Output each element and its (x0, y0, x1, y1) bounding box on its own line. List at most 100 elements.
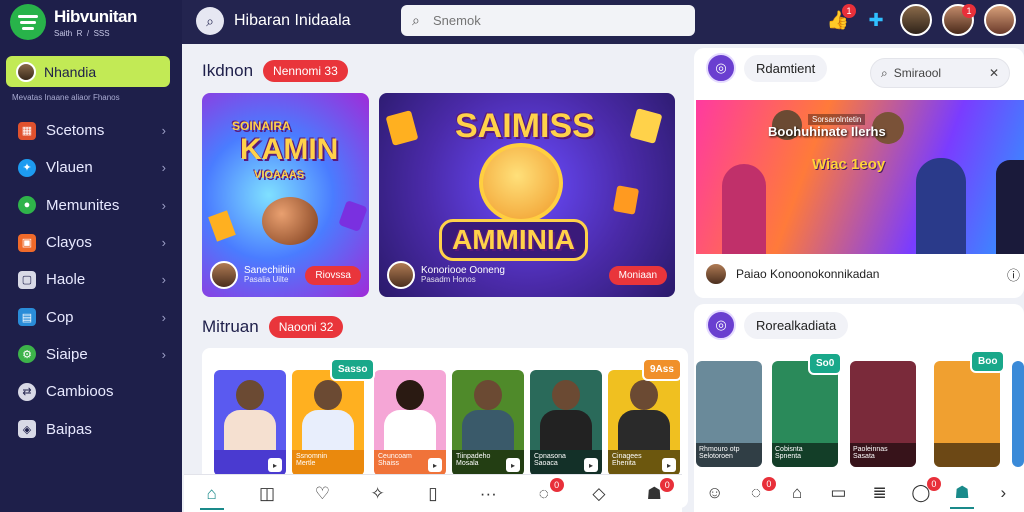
channel-name[interactable]: Rorealkadiata (744, 311, 849, 339)
sidebar-item-label: Cambioos (46, 383, 114, 401)
sidebar-item-clayos[interactable]: ▣ Clayos › (8, 224, 174, 261)
banner-subtitle: Wiac 1eoy (812, 156, 886, 173)
banner-title: Boohuhinate Ilerhs (768, 124, 886, 139)
sidebar-item-vlauen[interactable]: ✦ Vlauen › (8, 149, 174, 186)
panel-search[interactable]: ⌕ Smiraool ✕ (870, 58, 1010, 88)
right-bottom-nav: ☺ ◌ 0 ⌂ ▭ ≣ ◯ 0 ☗ › (694, 474, 1024, 512)
info-icon[interactable]: ⓘ (1007, 265, 1020, 284)
chevron-right-icon: › (161, 235, 166, 251)
thumbnail-plate (934, 443, 1000, 467)
avatar[interactable]: 1 (942, 4, 976, 36)
sidebar-active-label: Nhandia (44, 63, 97, 80)
sidebar-item-cambioos[interactable]: ⇄ Cambioos (8, 373, 174, 410)
chat-icon[interactable]: ◌ 0 (744, 477, 776, 503)
play-icon[interactable]: ▸ (268, 458, 282, 472)
game-subtitle: VIOAAAS (254, 169, 305, 181)
bottom-nav: ⌂ ◫ ♡ ✧ ▯ ··· ◌ 0 ◇ ☗ 0 (184, 474, 682, 512)
sidebar-item-label: Memunites (46, 196, 120, 214)
sidebar-item-label: Baipas (46, 420, 92, 438)
sparkle-icon[interactable]: ✧ (366, 484, 390, 504)
video-thumbnail[interactable] (1012, 361, 1024, 467)
logo-icon: ◎ (706, 53, 736, 83)
heart-icon[interactable]: ♡ (310, 484, 334, 504)
bird-icon: ✦ (18, 158, 36, 177)
sidebar-item-haole[interactable]: ▢ Haole › (8, 261, 174, 298)
face-icon[interactable]: ☺ (703, 483, 727, 503)
person-body (384, 410, 436, 450)
person-card[interactable]: Cpnasona Saoaca ▸ (530, 370, 602, 476)
pin-icon: ● (18, 196, 36, 215)
home-icon[interactable]: ⌂ (785, 483, 809, 503)
section-header: Ikdnon Nennomi 33 (202, 60, 348, 82)
profile-icon[interactable]: ☗ 0 (642, 477, 675, 504)
card-footer: Paiao Konoonokonnikadan ⓘ (704, 262, 1020, 286)
play-icon[interactable]: ▸ (584, 458, 598, 472)
person-head (474, 380, 502, 410)
video-thumbnail[interactable] (934, 361, 1000, 467)
featured-card[interactable]: ◎ Rdamtient ⌕ Smiraool ✕ Sorsarolntetin … (694, 48, 1024, 298)
chevron-right-icon: › (161, 272, 166, 288)
play-icon[interactable]: ▸ (662, 458, 676, 472)
card-subcaption: Pasalia Uilte (244, 275, 289, 285)
game-title: KAMIN (240, 133, 339, 166)
person-card[interactable]: Ssnomnin Mertle (292, 370, 364, 476)
sidebar-item-siaipe[interactable]: ⚙ Siaipe › (8, 336, 174, 373)
game-card[interactable]: SOINAIRA KAMIN VIOAAAS Sanechiitiin Pasa… (202, 93, 369, 297)
more-icon[interactable]: ··· (476, 484, 500, 504)
sidebar-item-scetoms[interactable]: ▦ Scetoms › (8, 112, 174, 149)
footer-text: Paiao Konoonokonnikadan (736, 267, 880, 281)
thumbs-up-icon[interactable]: 👍 1 (824, 4, 856, 34)
search-input[interactable] (401, 5, 695, 36)
video-thumbnail[interactable]: Paoleinnas Sasata (850, 361, 916, 467)
sidebar-item-label: Clayos (46, 234, 92, 252)
more-icon[interactable]: › (991, 483, 1015, 503)
person-head (552, 380, 580, 410)
sidebar-item-cop[interactable]: ▤ Cop › (8, 298, 174, 335)
chat-icon[interactable]: ◌ 0 (532, 477, 564, 504)
sidebar-item-baipas[interactable]: ◈ Baipas (8, 410, 174, 447)
tile-icon: ▤ (18, 308, 36, 327)
close-icon[interactable]: ✕ (989, 66, 999, 80)
puzzle-icon[interactable]: ✚ (862, 6, 890, 34)
sidebar-item-label: Siaipe (46, 345, 88, 363)
document-icon[interactable]: ▯ (421, 484, 445, 504)
play-icon[interactable]: ▸ (506, 458, 520, 472)
video-thumbnail[interactable]: Rhmouro otp Selotoroen (696, 361, 762, 467)
card-action-button[interactable]: Riovssa (305, 265, 361, 285)
channel-name[interactable]: Rdamtient (744, 54, 828, 82)
bag-icon[interactable]: ◫ (255, 484, 279, 504)
brand-subtitle: Saith R / SSS (54, 28, 110, 38)
game-card-featured[interactable]: SAIMISS AMMINIA Konoriooe Ooneng Pasadm … (379, 93, 675, 297)
message-icon[interactable]: ▭ (826, 483, 850, 503)
home-icon[interactable]: ⌂ (199, 484, 224, 510)
chevron-right-icon: › (161, 197, 166, 213)
play-icon[interactable]: ▸ (428, 458, 442, 472)
count-badge[interactable]: Nennomi 33 (263, 60, 348, 82)
game-icon[interactable]: ◇ (587, 484, 611, 504)
sidebar-item-memunites[interactable]: ● Memunites › (8, 187, 174, 224)
video-thumbnail[interactable]: Cobisnta Spnenta (772, 361, 838, 467)
avatar[interactable] (984, 4, 1016, 36)
card-action-button[interactable]: Moniaan (608, 265, 667, 285)
section-title: Mitruan (202, 317, 259, 336)
avatar[interactable] (900, 4, 932, 36)
count-badge[interactable]: Naooni 32 (268, 316, 344, 338)
avatar (704, 262, 728, 286)
card-subcaption: Pasadm Honos (421, 275, 476, 285)
person-figure (916, 158, 966, 254)
list-icon[interactable]: ≣ (868, 483, 892, 503)
bubble-icon[interactable]: ◯ 0 (909, 477, 941, 503)
profile-icon[interactable]: ☗ (950, 483, 975, 509)
person-card[interactable]: Tiinpadeho Mosala ▸ (452, 370, 524, 476)
sidebar-active-item[interactable]: Nhandia (6, 56, 170, 87)
search-icon[interactable]: ⌕ (196, 7, 224, 35)
person-card[interactable]: ▸ (214, 370, 286, 476)
brand[interactable]: Hibvunitan Saith R / SSS (0, 0, 182, 44)
top-bar: ⌕ Hibaran Inidaala ⌕ 👍1 ✚ 1 (182, 0, 1024, 44)
person-card[interactable]: Ceuncoam Shaiss ▸ (374, 370, 446, 476)
panel-search-placeholder: Smiraool (893, 66, 942, 80)
chevron-right-icon: › (161, 123, 166, 139)
thumbnail-plate: Cobisnta Spnenta (772, 443, 838, 467)
person-card[interactable]: Cinagees Ehenita ▸ (608, 370, 680, 476)
person-head (236, 380, 264, 410)
